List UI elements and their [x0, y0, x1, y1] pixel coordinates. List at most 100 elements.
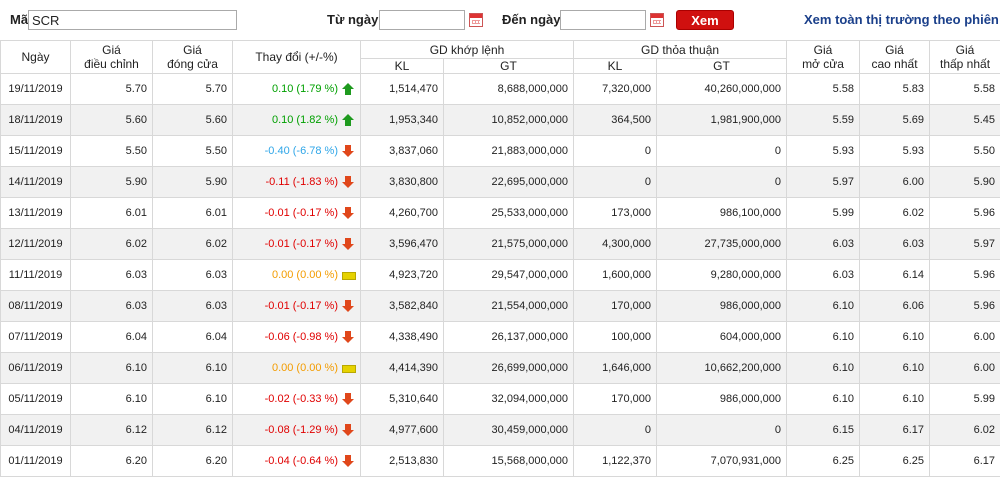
cell-close-price: 6.04 — [153, 322, 233, 353]
change-value: 0.00 (0.00 %) — [272, 269, 338, 281]
cell-matched-value: 21,883,000,000 — [444, 136, 574, 167]
cell-date: 19/11/2019 — [1, 74, 71, 105]
cell-adjusted-price: 6.10 — [71, 384, 153, 415]
cell-negotiated-volume: 173,000 — [574, 198, 657, 229]
cell-high-price: 5.69 — [860, 105, 930, 136]
cell-low-price: 5.99 — [930, 384, 1000, 415]
down-arrow-icon — [342, 393, 354, 405]
change-value: -0.06 (-0.98 %) — [265, 331, 338, 343]
cell-open-price: 5.99 — [787, 198, 860, 229]
from-date-input[interactable] — [379, 10, 465, 30]
cell-open-price: 6.03 — [787, 229, 860, 260]
cell-matched-value: 8,688,000,000 — [444, 74, 574, 105]
cell-negotiated-volume: 364,500 — [574, 105, 657, 136]
cell-negotiated-volume: 170,000 — [574, 384, 657, 415]
cell-matched-volume: 3,582,840 — [361, 291, 444, 322]
cell-change: -0.01 (-0.17 %) — [233, 229, 361, 260]
cell-high-price: 6.02 — [860, 198, 930, 229]
change-value: -0.08 (-1.29 %) — [265, 424, 338, 436]
cell-change: -0.40 (-6.78 %) — [233, 136, 361, 167]
table-row: 04/11/20196.126.12-0.08 (-1.29 %)4,977,6… — [1, 415, 1000, 446]
cell-matched-volume: 1,514,470 — [361, 74, 444, 105]
cell-negotiated-value: 0 — [657, 136, 787, 167]
cell-open-price: 6.10 — [787, 353, 860, 384]
col-header-low-price: Giáthấp nhất — [930, 41, 1000, 74]
change-value: -0.01 (-0.17 %) — [265, 300, 338, 312]
cell-date: 13/11/2019 — [1, 198, 71, 229]
cell-date: 06/11/2019 — [1, 353, 71, 384]
down-arrow-icon — [342, 176, 354, 188]
cell-close-price: 6.01 — [153, 198, 233, 229]
cell-adjusted-price: 6.03 — [71, 260, 153, 291]
cell-change: -0.02 (-0.33 %) — [233, 384, 361, 415]
table-row: 08/11/20196.036.03-0.01 (-0.17 %)3,582,8… — [1, 291, 1000, 322]
up-arrow-icon — [342, 83, 354, 95]
to-date-label: Đến ngày — [502, 12, 561, 27]
down-arrow-icon — [342, 238, 354, 250]
change-value: 0.10 (1.82 %) — [272, 114, 338, 126]
cell-low-price: 6.00 — [930, 322, 1000, 353]
cell-high-price: 6.14 — [860, 260, 930, 291]
cell-change: -0.01 (-0.17 %) — [233, 198, 361, 229]
cell-high-price: 6.17 — [860, 415, 930, 446]
cell-open-price: 5.97 — [787, 167, 860, 198]
cell-negotiated-value: 10,662,200,000 — [657, 353, 787, 384]
unchanged-bar-icon — [342, 362, 354, 374]
cell-negotiated-volume: 1,600,000 — [574, 260, 657, 291]
col-header-matched-volume: KL — [361, 59, 444, 74]
cell-matched-value: 29,547,000,000 — [444, 260, 574, 291]
cell-matched-volume: 3,837,060 — [361, 136, 444, 167]
cell-negotiated-value: 0 — [657, 167, 787, 198]
cell-negotiated-volume: 0 — [574, 167, 657, 198]
cell-date: 08/11/2019 — [1, 291, 71, 322]
cell-close-price: 6.10 — [153, 353, 233, 384]
table-row: 12/11/20196.026.02-0.01 (-0.17 %)3,596,4… — [1, 229, 1000, 260]
down-arrow-icon — [342, 455, 354, 467]
cell-adjusted-price: 6.03 — [71, 291, 153, 322]
cell-low-price: 5.45 — [930, 105, 1000, 136]
cell-high-price: 6.06 — [860, 291, 930, 322]
cell-negotiated-volume: 0 — [574, 136, 657, 167]
cell-open-price: 6.03 — [787, 260, 860, 291]
table-row: 13/11/20196.016.01-0.01 (-0.17 %)4,260,7… — [1, 198, 1000, 229]
calendar-icon[interactable] — [469, 13, 483, 27]
cell-low-price: 6.00 — [930, 353, 1000, 384]
view-button[interactable]: Xem — [676, 10, 734, 30]
cell-matched-volume: 4,977,600 — [361, 415, 444, 446]
calendar-icon[interactable] — [650, 13, 664, 27]
cell-low-price: 5.97 — [930, 229, 1000, 260]
table-row: 19/11/20195.705.700.10 (1.79 %)1,514,470… — [1, 74, 1000, 105]
cell-date: 04/11/2019 — [1, 415, 71, 446]
cell-matched-value: 32,094,000,000 — [444, 384, 574, 415]
cell-negotiated-value: 0 — [657, 415, 787, 446]
cell-change: 0.10 (1.79 %) — [233, 74, 361, 105]
cell-close-price: 6.02 — [153, 229, 233, 260]
cell-low-price: 5.50 — [930, 136, 1000, 167]
cell-high-price: 6.03 — [860, 229, 930, 260]
cell-negotiated-volume: 7,320,000 — [574, 74, 657, 105]
cell-adjusted-price: 5.70 — [71, 74, 153, 105]
cell-adjusted-price: 6.04 — [71, 322, 153, 353]
cell-open-price: 5.93 — [787, 136, 860, 167]
cell-adjusted-price: 6.02 — [71, 229, 153, 260]
to-date-input[interactable] — [560, 10, 646, 30]
search-toolbar: Mã Từ ngày Đến ngày Xem Xem toàn thị trư… — [0, 0, 1000, 40]
change-value: -0.01 (-0.17 %) — [265, 238, 338, 250]
cell-change: -0.08 (-1.29 %) — [233, 415, 361, 446]
table-row: 07/11/20196.046.04-0.06 (-0.98 %)4,338,4… — [1, 322, 1000, 353]
from-date-label: Từ ngày — [327, 12, 378, 27]
cell-negotiated-value: 1,981,900,000 — [657, 105, 787, 136]
cell-high-price: 6.00 — [860, 167, 930, 198]
table-row: 06/11/20196.106.100.00 (0.00 %)4,414,390… — [1, 353, 1000, 384]
cell-negotiated-value: 986,000,000 — [657, 291, 787, 322]
down-arrow-icon — [342, 300, 354, 312]
col-header-negotiated-value: GT — [657, 59, 787, 74]
view-all-market-link[interactable]: Xem toàn thị trường theo phiên — [804, 12, 999, 27]
cell-date: 12/11/2019 — [1, 229, 71, 260]
stock-code-input[interactable] — [28, 10, 237, 30]
col-header-high-price: Giácao nhất — [860, 41, 930, 74]
cell-change: 0.00 (0.00 %) — [233, 353, 361, 384]
change-value: 0.10 (1.79 %) — [272, 83, 338, 95]
cell-high-price: 5.93 — [860, 136, 930, 167]
change-value: -0.01 (-0.17 %) — [265, 207, 338, 219]
